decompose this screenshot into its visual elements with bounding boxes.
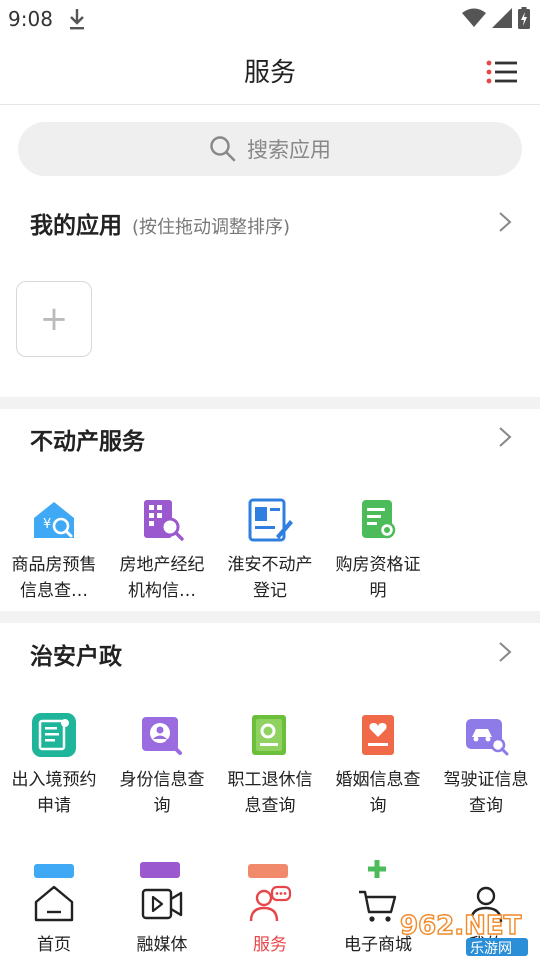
marriage-icon [362,715,394,755]
app-label: 驾驶证信息查询 [443,770,529,816]
retirement-book-icon [252,715,286,755]
realestate-apps: ¥ 商品房预售信息查… 房地产经纪机构信… 淮安不动产登记 购房资格证明 [0,496,540,604]
tab-media[interactable]: 融媒体 [108,878,216,960]
my-apps-hint: (按住拖动调整排序) [132,217,291,238]
signal-icon [492,8,512,28]
svg-text:¥: ¥ [43,517,51,532]
tab-label: 首页 [37,935,71,955]
app-icon-partial [368,860,386,878]
section-title-realestate: 不动产服务 [30,429,145,455]
status-bar: 9:08 [0,0,540,38]
cart-icon [359,890,397,922]
app-property-registry[interactable]: 淮安不动产登记 [216,496,324,604]
app-label: 婚姻信息查询 [335,770,421,816]
search-icon [210,136,236,162]
battery-icon [518,7,530,29]
app-label: 出入境预约申请 [11,770,97,816]
search-input[interactable]: 搜索应用 [18,122,522,176]
plus-icon: + [39,299,69,339]
building-search-icon [144,500,184,541]
watermark-text: 962.NET [400,911,522,941]
app-agency-query[interactable]: 房地产经纪机构信… [108,496,216,604]
app-label: 购房资格证明 [335,555,421,601]
watermark-logo: 962.NET 乐游网 [399,910,528,956]
passport-icon [32,713,76,757]
list-menu-icon[interactable] [486,58,518,86]
security-apps: 出入境预约申请 身份信息查询 职工退休信息查询 婚姻信息查询 驾驶证信息查询 [0,711,540,819]
tab-home[interactable]: 首页 [0,878,108,960]
add-app-button[interactable]: + [16,281,92,357]
app-icon-partial [248,864,288,878]
app-icon-partial [34,864,74,878]
tab-label: 服务 [253,935,287,955]
section-divider [0,397,540,409]
certificate-icon [362,500,396,539]
app-exit-entry[interactable]: 出入境预约申请 [0,711,108,819]
app-driver-license-query[interactable]: 驾驶证信息查询 [432,711,540,819]
app-presale-query[interactable]: ¥ 商品房预售信息查… [0,496,108,604]
wifi-icon [462,8,486,27]
property-registry-icon [248,498,293,542]
app-label: 淮安不动产登记 [227,555,313,601]
app-marriage-query[interactable]: 婚姻信息查询 [324,711,432,819]
status-icons [462,7,530,29]
app-label: 商品房预售信息查… [11,555,97,601]
app-header: 服务 [0,38,540,105]
app-retirement-query[interactable]: 职工退休信息查询 [216,711,324,819]
status-time: 9:08 [8,7,53,31]
section-title-security: 治安户政 [30,644,122,670]
app-label: 身份信息查询 [119,770,205,816]
search-placeholder: 搜索应用 [247,138,331,162]
app-label: 房地产经纪机构信… [119,555,205,601]
video-icon [141,888,183,920]
chevron-right-icon[interactable] [498,211,512,233]
my-apps-title-text: 我的应用 [30,213,122,239]
download-icon [70,9,84,30]
tab-service[interactable]: 服务 [216,878,324,960]
chevron-right-icon[interactable] [498,426,512,448]
section-divider [0,611,540,623]
id-search-icon [142,717,182,755]
tab-label: 融媒体 [136,935,188,955]
home-icon [34,885,74,922]
app-icon-partial [140,862,180,878]
app-label: 职工退休信息查询 [227,770,313,816]
app-identity-query[interactable]: 身份信息查询 [108,711,216,819]
app-purchase-qualification[interactable]: 购房资格证明 [324,496,432,604]
chevron-right-icon[interactable] [498,641,512,663]
my-apps-title: 我的应用 (按住拖动调整排序) [30,206,290,240]
watermark-subtext: 乐游网 [470,941,512,956]
service-icon [249,885,292,922]
house-search-icon: ¥ [34,502,74,538]
driver-license-icon [466,719,509,756]
page-title: 服务 [243,58,296,88]
